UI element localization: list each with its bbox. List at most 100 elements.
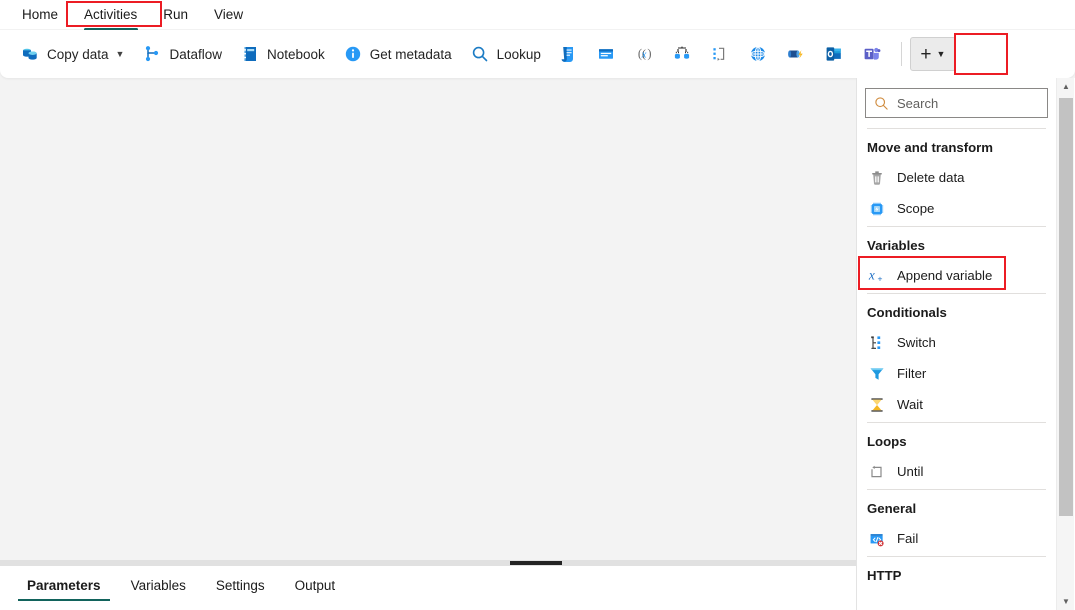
toolbar-button-lookup[interactable]: Lookup: [462, 38, 549, 70]
toolbar-icon-kql[interactable]: [703, 38, 737, 70]
app-root: Home Activities Run View C: [0, 0, 1075, 610]
group-separator: [867, 128, 1046, 129]
tab-label: Variables: [131, 578, 186, 593]
trash-icon: [867, 168, 886, 187]
tab-parameters[interactable]: Parameters: [18, 566, 110, 603]
toolbar-button-label: Lookup: [497, 47, 541, 62]
toolbar-button-label: Dataflow: [169, 47, 222, 62]
web-icon: [748, 44, 768, 64]
toolbar-button-notebook[interactable]: Notebook: [232, 38, 333, 70]
menu-item-label: Run: [163, 7, 188, 22]
toolbar-separator: [901, 42, 902, 66]
lookup-icon: [470, 44, 490, 64]
stored-procedure-icon: [672, 44, 692, 64]
scroll-up-arrow-icon[interactable]: ▲: [1057, 78, 1075, 95]
chevron-down-icon: ▼: [116, 50, 125, 59]
group-separator: [867, 489, 1046, 490]
menu-item-label: Home: [22, 7, 58, 22]
group-header-http: HTTP: [857, 559, 1056, 590]
scroll-down-arrow-icon[interactable]: ▼: [1057, 593, 1075, 610]
dataflow-icon: [142, 44, 162, 64]
flyout-item-label: Fail: [897, 531, 918, 546]
activities-flyout-panel: Move and transform Delete data: [856, 78, 1075, 610]
tab-label: Parameters: [27, 578, 101, 593]
tab-label: Output: [295, 578, 336, 593]
get-metadata-icon: [343, 44, 363, 64]
toolbar-button-dataflow[interactable]: Dataflow: [134, 38, 230, 70]
flyout-item-label: Wait: [897, 397, 923, 412]
variable-x-icon: ( x ( ): [634, 44, 654, 64]
menu-item-label: Activities: [84, 7, 137, 22]
group-header-loops: Loops: [857, 425, 1056, 456]
flyout-search-wrap: [857, 78, 1056, 126]
toolbar-button-copy-data[interactable]: Copy data ▼: [12, 38, 132, 70]
search-box[interactable]: [865, 88, 1048, 118]
svg-text:(: (: [638, 47, 642, 61]
flyout-item-filter[interactable]: Filter: [857, 358, 1056, 389]
teams-icon: [862, 44, 882, 64]
flyout-item-wait[interactable]: Wait: [857, 389, 1056, 420]
group-separator: [867, 556, 1046, 557]
flyout-item-until[interactable]: Until: [857, 456, 1056, 487]
flyout-item-label: Switch: [897, 335, 936, 350]
toolbar-button-label: Notebook: [267, 47, 325, 62]
group-header-general: General: [857, 492, 1056, 523]
flyout-item-append-variable[interactable]: x + Append variable: [857, 260, 1056, 291]
flyout-item-scope[interactable]: Scope: [857, 193, 1056, 224]
group-header-conditionals: Conditionals: [857, 296, 1056, 327]
toolbar-button-get-metadata[interactable]: Get metadata: [335, 38, 460, 70]
flyout-item-fail[interactable]: Fail: [857, 523, 1056, 554]
group-separator: [867, 422, 1046, 423]
kql-icon: [710, 44, 730, 64]
active-tab-underline: [18, 599, 110, 602]
menu-item-run[interactable]: Run: [153, 2, 198, 27]
scrollbar-thumb[interactable]: [1059, 98, 1073, 516]
toolbar-icon-script[interactable]: [551, 38, 585, 70]
toolbar-icon-web[interactable]: [741, 38, 775, 70]
svg-text:): ): [647, 47, 651, 61]
flyout-item-delete-data[interactable]: Delete data: [857, 162, 1056, 193]
toolbar-icon-variable[interactable]: ( x ( ): [627, 38, 661, 70]
until-icon: [867, 462, 886, 481]
tab-settings[interactable]: Settings: [207, 566, 274, 603]
flyout-item-label: Append variable: [897, 268, 992, 283]
hourglass-icon: [867, 395, 886, 414]
menu-item-home[interactable]: Home: [12, 2, 68, 27]
pane-drag-handle[interactable]: [510, 561, 562, 565]
toolbar-icon-azure-function[interactable]: [779, 38, 813, 70]
flyout-item-label: Delete data: [897, 170, 964, 185]
group-header-variables: Variables: [857, 229, 1056, 260]
menu-item-activities[interactable]: Activities: [74, 2, 147, 27]
flyout-item-label: Until: [897, 464, 923, 479]
flyout-item-switch[interactable]: Switch: [857, 327, 1056, 358]
toolbar-icon-outlook[interactable]: [817, 38, 851, 70]
fail-icon: [867, 529, 886, 548]
plus-icon: +: [920, 45, 931, 64]
svg-text:+: +: [877, 273, 882, 283]
activities-toolbar: Copy data ▼ Dataflow: [0, 30, 1075, 78]
search-icon: [874, 96, 889, 111]
flyout-item-label: Filter: [897, 366, 926, 381]
tab-label: Settings: [216, 578, 265, 593]
flyout-content: Move and transform Delete data: [857, 78, 1056, 610]
bottom-properties-pane: Parameters Variables Settings Output: [0, 566, 856, 610]
azure-function-icon: [786, 44, 806, 64]
menu-item-view[interactable]: View: [204, 2, 253, 27]
switch-icon: [867, 333, 886, 352]
scope-chip-icon: [867, 199, 886, 218]
filter-icon: [867, 364, 886, 383]
search-input[interactable]: [897, 96, 1039, 111]
toolbar-icon-stored-procedure[interactable]: [665, 38, 699, 70]
toolbar-button-label: Copy data: [47, 47, 109, 62]
append-variable-icon: x +: [867, 266, 886, 285]
group-separator: [867, 226, 1046, 227]
flyout-scrollbar[interactable]: ▲ ▼: [1056, 78, 1074, 610]
tab-variables[interactable]: Variables: [122, 566, 195, 603]
toolbar-icon-set-variable[interactable]: [589, 38, 623, 70]
tab-output[interactable]: Output: [286, 566, 345, 603]
toolbar-icon-teams[interactable]: [855, 38, 889, 70]
add-activity-button[interactable]: + ▼: [910, 37, 956, 71]
svg-text:x: x: [868, 267, 875, 282]
notebook-icon: [240, 44, 260, 64]
menu-item-label: View: [214, 7, 243, 22]
